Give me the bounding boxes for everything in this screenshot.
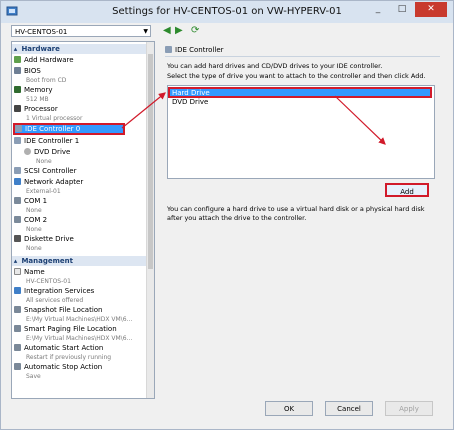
title-bar: Settings for HV-CENTOS-01 on VW-HYPERV-0… — [1, 1, 453, 23]
network-adapter-icon — [14, 178, 21, 185]
tree-item-sub: E:\My Virtual Machines\HDX VM\6... — [26, 316, 133, 323]
section-hardware-label: Hardware — [21, 45, 60, 53]
integration-services-icon — [14, 287, 21, 294]
settings-window: Settings for HV-CENTOS-01 on VW-HYPERV-0… — [0, 0, 454, 430]
list-item-dvd-drive[interactable]: DVD Drive — [170, 98, 432, 107]
chevron-down-icon: ▼ — [143, 28, 148, 35]
tree-item-label: Integration Services — [24, 287, 95, 295]
tree-item-sub: None — [26, 245, 42, 252]
tree-item-sub: None — [36, 158, 52, 165]
snapshot-icon — [14, 306, 21, 313]
tree-item-sub: Boot from CD — [26, 77, 67, 84]
add-hardware-icon — [14, 56, 21, 63]
collapse-icon[interactable]: ▴ — [12, 44, 19, 54]
details-panel: IDE Controller You can add hard drives a… — [159, 41, 444, 397]
vm-selector[interactable]: HV-CENTOS-01 ▼ — [11, 25, 151, 37]
list-item-hard-drive[interactable]: Hard Drive — [168, 87, 432, 98]
section-management[interactable]: ▴ Management — [12, 256, 146, 266]
tree-item-label: Processor — [24, 105, 58, 113]
ok-button[interactable]: OK — [265, 401, 313, 416]
tree-item-sub: None — [26, 226, 42, 233]
tree-item-add-hardware[interactable]: Add Hardware — [14, 55, 146, 66]
tree-item-ide-controller-1[interactable]: IDE Controller 1 — [14, 136, 146, 147]
auto-stop-icon — [14, 363, 21, 370]
tree-item-sub: HV-CENTOS-01 — [26, 278, 71, 285]
minimize-button[interactable]: _ — [367, 2, 389, 17]
com-port-icon — [14, 197, 21, 204]
forward-arrow-icon[interactable]: ▶ — [175, 26, 185, 36]
scsi-controller-icon — [14, 167, 21, 174]
toolbar: HV-CENTOS-01 ▼ ◀ ▶ ⟳ — [1, 23, 453, 41]
tree-item-sub: E:\My Virtual Machines\HDX VM\6... — [26, 335, 133, 342]
section-management-label: Management — [21, 257, 73, 265]
vm-selector-value: HV-CENTOS-01 — [15, 28, 68, 36]
tree-item-label: SCSI Controller — [24, 167, 77, 175]
cancel-button[interactable]: Cancel — [325, 401, 373, 416]
maximize-button[interactable]: □ — [391, 2, 413, 17]
tree-item-label: Memory — [24, 86, 53, 94]
diskette-icon — [14, 235, 21, 242]
tree-item-label: Diskette Drive — [24, 235, 74, 243]
tree-item-sub: 1 Virtual processor — [26, 115, 83, 122]
collapse-icon[interactable]: ▴ — [12, 256, 19, 266]
tree-item-label: Name — [24, 268, 45, 276]
tree-item-label: DVD Drive — [34, 148, 71, 156]
configure-hint-text: You can configure a hard drive to use a … — [167, 205, 425, 222]
memory-icon — [14, 86, 21, 93]
tree-item-label: COM 2 — [24, 216, 48, 224]
settings-tree: ▴ Hardware Add Hardware BIOS Boot from C… — [11, 41, 155, 399]
tree-item-label: Snapshot File Location — [24, 306, 103, 314]
refresh-icon[interactable]: ⟳ — [191, 26, 201, 36]
panel-title: IDE Controller — [165, 45, 440, 57]
tree-item-label: Automatic Stop Action — [24, 363, 103, 371]
tree-item-ide-controller-0[interactable]: IDE Controller 0 — [13, 123, 125, 135]
tree-item-label: COM 1 — [24, 197, 48, 205]
tree-item-label: BIOS — [24, 67, 41, 75]
tree-item-label: IDE Controller 0 — [25, 125, 81, 133]
apply-button[interactable]: Apply — [385, 401, 433, 416]
section-hardware[interactable]: ▴ Hardware — [12, 44, 146, 54]
tree-item-label: Add Hardware — [24, 56, 74, 64]
processor-icon — [14, 105, 21, 112]
tree-item-sub: None — [26, 207, 42, 214]
tree-item-label: Automatic Start Action — [24, 344, 104, 352]
com-port-icon — [14, 216, 21, 223]
tree-item-label: Smart Paging File Location — [24, 325, 117, 333]
intro-text: You can add hard drives and CD/DVD drive… — [167, 62, 383, 70]
ide-controller-icon — [15, 125, 22, 132]
drive-type-list[interactable]: Hard Drive DVD Drive — [167, 85, 435, 179]
tree-item-label: IDE Controller 1 — [24, 137, 80, 145]
tree-item-label: Network Adapter — [24, 178, 84, 186]
tree-item-sub: 512 MB — [26, 96, 49, 103]
scrollbar-thumb[interactable] — [148, 54, 153, 269]
tree-scrollbar[interactable] — [146, 42, 154, 398]
bios-chip-icon — [14, 67, 21, 74]
add-button[interactable]: Add — [385, 183, 429, 197]
instruction-text: Select the type of drive you want to att… — [167, 72, 426, 80]
tree-item-sub: External-01 — [26, 188, 61, 195]
back-arrow-icon[interactable]: ◀ — [163, 26, 173, 36]
ide-controller-icon — [14, 137, 21, 144]
tree-item-scsi-controller[interactable]: SCSI Controller — [14, 166, 146, 177]
tree-item-sub: All services offered — [26, 297, 84, 304]
auto-start-icon — [14, 344, 21, 351]
tree-item-sub: Restart if previously running — [26, 354, 112, 361]
smart-paging-icon — [14, 325, 21, 332]
panel-title-text: IDE Controller — [175, 46, 224, 54]
name-icon — [14, 268, 21, 275]
tree-item-sub: Save — [26, 373, 41, 380]
ide-controller-icon — [165, 46, 172, 53]
dvd-drive-icon — [24, 148, 31, 155]
close-button[interactable]: ✕ — [415, 2, 447, 17]
